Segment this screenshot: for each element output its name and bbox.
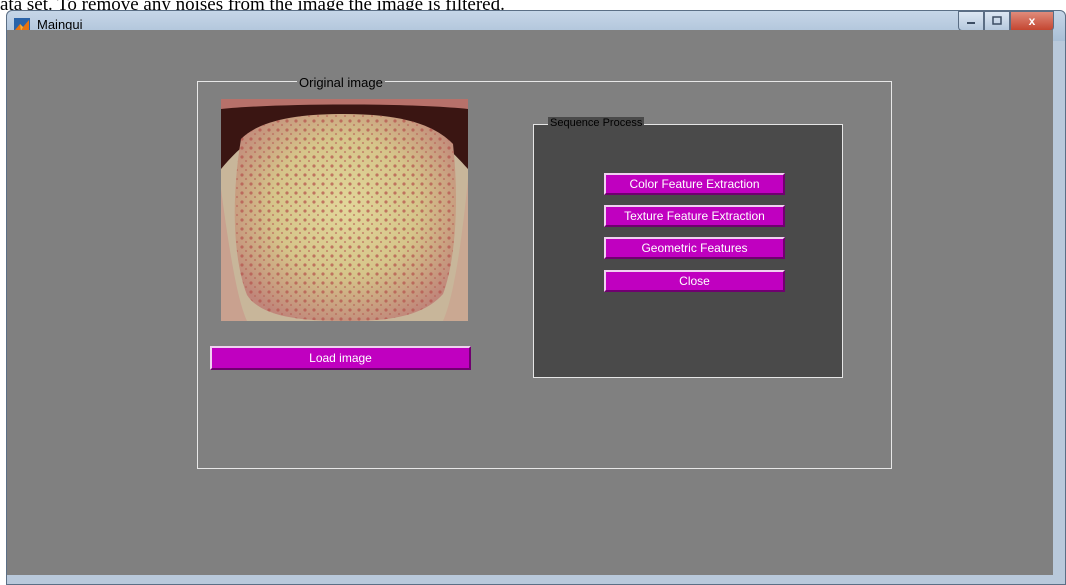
close-icon: x bbox=[1028, 14, 1036, 28]
load-image-button[interactable]: Load image bbox=[210, 346, 471, 370]
texture-feature-extraction-button[interactable]: Texture Feature Extraction bbox=[604, 205, 785, 227]
minimize-icon bbox=[967, 22, 975, 24]
color-feature-extraction-button[interactable]: Color Feature Extraction bbox=[604, 173, 785, 195]
geometric-features-button[interactable]: Geometric Features bbox=[604, 237, 785, 259]
maximize-button[interactable] bbox=[984, 11, 1010, 31]
close-button[interactable]: Close bbox=[604, 270, 785, 292]
maximize-icon bbox=[992, 16, 1002, 25]
sequence-process-title: Sequence Process bbox=[548, 117, 645, 130]
original-image bbox=[221, 99, 468, 321]
minimize-button[interactable] bbox=[958, 11, 984, 31]
original-image-title: Original image bbox=[297, 75, 385, 90]
close-window-button[interactable]: x bbox=[1010, 11, 1054, 31]
